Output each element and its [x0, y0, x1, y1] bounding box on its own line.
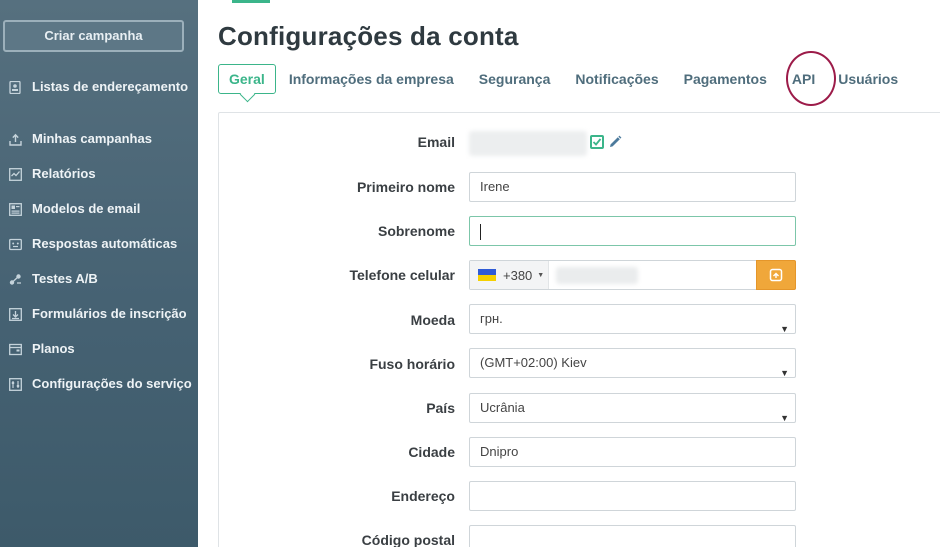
country-code-value: +380 — [503, 267, 533, 283]
chevron-down-icon: ▼ — [780, 324, 789, 334]
sidebar: Criar campanha Listas de endereçamento M… — [0, 0, 198, 547]
sidebar-item-label: Configurações do serviço — [32, 376, 192, 391]
timezone-select[interactable]: (GMT+02:00) Kiev ▼ — [469, 348, 796, 378]
sidebar-item-mailing-lists[interactable]: Listas de endereçamento — [0, 78, 198, 130]
sidebar-item-label: Relatórios — [32, 166, 96, 181]
sidebar-item-my-campaigns[interactable]: Minhas campanhas — [0, 130, 198, 165]
page-title: Configurações da conta — [218, 21, 519, 51]
sidebar-item-label: Testes A/B — [32, 271, 98, 286]
sidebar-item-label: Formulários de inscrição — [32, 306, 187, 321]
text-cursor — [480, 224, 481, 240]
tab-company-info[interactable]: Informações da empresa — [289, 71, 454, 87]
sidebar-item-signup-forms[interactable]: Formulários de inscrição — [0, 305, 198, 340]
country-code-dropdown[interactable]: +380 ▼ — [470, 261, 549, 289]
template-icon — [8, 202, 22, 216]
ukraine-flag-icon — [478, 269, 496, 281]
tab-users[interactable]: Usuários — [838, 71, 898, 87]
verified-check-icon — [590, 135, 604, 149]
tab-api[interactable]: API — [792, 71, 815, 87]
postal-code-field[interactable] — [469, 525, 796, 547]
country-value: Ucrânia — [480, 400, 525, 415]
sidebar-nav: Listas de endereçamento Minhas campanhas… — [0, 78, 198, 427]
phone-confirm-icon — [769, 268, 783, 282]
sidebar-item-label: Listas de endereçamento — [32, 79, 189, 94]
sidebar-item-ab-tests[interactable]: Testes A/B — [0, 270, 198, 305]
sidebar-item-email-templates[interactable]: Modelos de email — [0, 200, 198, 235]
sidebar-item-label: Modelos de email — [32, 201, 141, 216]
phone-label: Telefone celular — [349, 267, 455, 283]
timezone-value: (GMT+02:00) Kiev — [480, 355, 587, 370]
settings-tabs: Geral Informações da empresa Segurança N… — [218, 64, 898, 94]
create-campaign-button[interactable]: Criar campanha — [3, 20, 184, 52]
sidebar-item-service-settings[interactable]: Configurações do serviço — [0, 375, 198, 427]
sidebar-item-label: Planos — [32, 341, 75, 356]
last-name-field[interactable] — [469, 216, 796, 246]
email-value-redacted — [469, 131, 587, 156]
sidebar-item-label: Minhas campanhas — [32, 131, 152, 146]
tab-notifications[interactable]: Notificações — [575, 71, 658, 87]
chevron-down-icon: ▼ — [780, 368, 789, 378]
tab-payments[interactable]: Pagamentos — [684, 71, 767, 87]
address-label: Endereço — [391, 488, 455, 504]
sidebar-item-autoresponders[interactable]: Respostas automáticas — [0, 235, 198, 270]
chart-icon — [8, 167, 22, 181]
email-label: Email — [417, 134, 455, 150]
city-label: Cidade — [408, 444, 455, 460]
address-book-icon — [8, 80, 22, 94]
phone-field[interactable]: +380 ▼ — [469, 260, 796, 290]
wallet-icon — [8, 342, 22, 356]
phone-value-redacted — [556, 267, 638, 284]
autoresponder-icon — [8, 237, 22, 251]
chevron-down-icon: ▼ — [780, 413, 789, 423]
sidebar-item-reports[interactable]: Relatórios — [0, 165, 198, 200]
ab-test-icon — [8, 272, 22, 286]
edit-pencil-icon[interactable] — [607, 134, 623, 150]
tab-general[interactable]: Geral — [218, 64, 276, 94]
currency-label: Moeda — [410, 312, 455, 328]
sidebar-item-label: Respostas automáticas — [32, 236, 178, 251]
sidebar-item-plans[interactable]: Planos — [0, 340, 198, 375]
sliders-icon — [8, 377, 22, 391]
address-field[interactable] — [469, 481, 796, 511]
country-select[interactable]: Ucrânia ▼ — [469, 393, 796, 423]
phone-confirm-button[interactable] — [756, 260, 796, 290]
send-icon — [8, 132, 22, 146]
currency-value: грн. — [480, 311, 503, 326]
first-name-label: Primeiro nome — [356, 179, 455, 195]
caret-down-icon: ▼ — [537, 271, 545, 279]
top-accent-line — [232, 0, 270, 3]
country-label: País — [426, 400, 455, 416]
postal-code-label: Código postal — [361, 532, 455, 547]
form-icon — [8, 307, 22, 321]
city-field[interactable]: Dnipro — [469, 437, 796, 467]
last-name-label: Sobrenome — [377, 223, 455, 239]
timezone-label: Fuso horário — [369, 356, 455, 372]
tab-security[interactable]: Segurança — [479, 71, 551, 87]
currency-select[interactable]: грн. ▼ — [469, 304, 796, 334]
first-name-field[interactable]: Irene — [469, 172, 796, 202]
